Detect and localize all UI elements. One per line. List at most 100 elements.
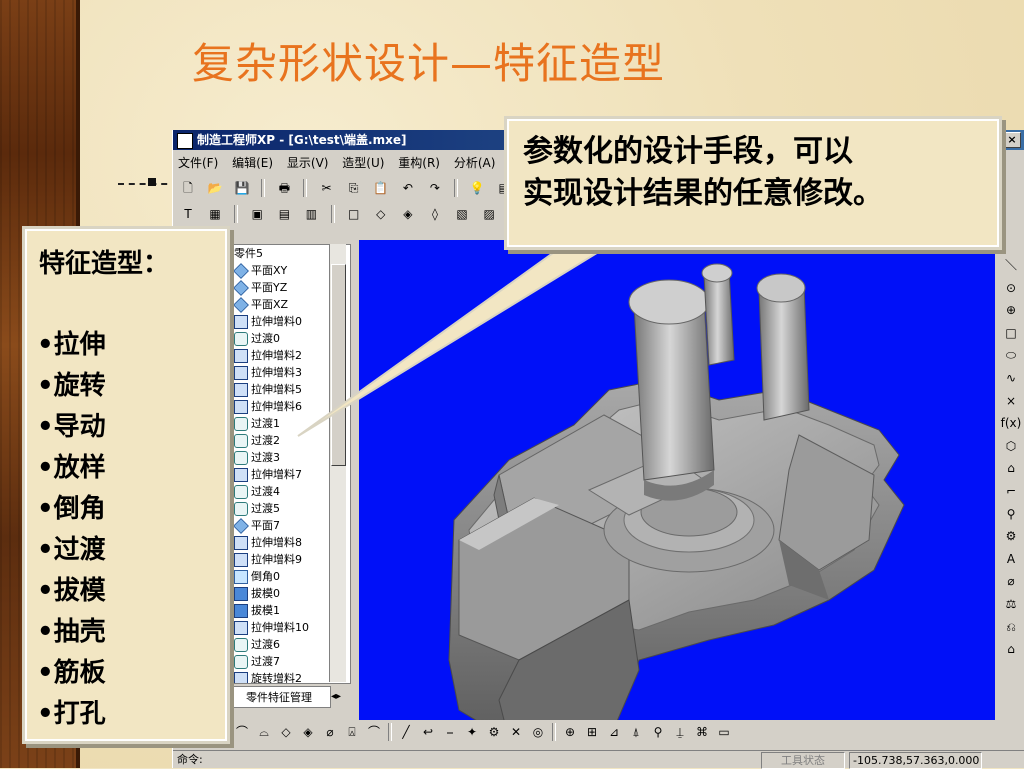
- tree-scrollbar[interactable]: [329, 244, 346, 682]
- curve-tool-icon[interactable]: ⬡: [999, 435, 1023, 458]
- curve-tool-icon[interactable]: f(x): [999, 412, 1023, 435]
- menu-edit[interactable]: 编辑(E): [227, 152, 278, 174]
- undo-icon[interactable]: ↶: [399, 179, 417, 197]
- callout-parametric-text: 参数化的设计手段，可以 实现设计结果的任意修改。: [523, 131, 883, 215]
- edit-tool-icon[interactable]: ⍊: [671, 723, 689, 741]
- 3d-viewport[interactable]: [359, 240, 995, 720]
- curve-tool-icon[interactable]: ⌂: [999, 457, 1023, 480]
- menu-file[interactable]: 文件(F): [173, 152, 223, 174]
- menu-view[interactable]: 显示(V): [282, 152, 334, 174]
- tree-item-label: 过渡4: [251, 485, 280, 498]
- redo-icon[interactable]: ↷: [426, 179, 444, 197]
- edit-tool-icon[interactable]: ⊕: [561, 723, 579, 741]
- curve-tool-icon[interactable]: ⚲: [999, 503, 1023, 526]
- fillet-feature-icon: [234, 434, 248, 448]
- cursor-coordinates: -105.738,57.363,0.000: [849, 752, 982, 769]
- sketch-icon[interactable]: ▦: [206, 205, 224, 223]
- edit-tool-icon[interactable]: ⌒: [233, 723, 251, 741]
- plane-feature-icon: [233, 297, 249, 313]
- curve-tool-icon[interactable]: A: [999, 548, 1023, 571]
- close-button[interactable]: ×: [1003, 132, 1021, 148]
- edit-tool-icon[interactable]: ⌒: [365, 723, 383, 741]
- toolbar-separator: [261, 179, 266, 197]
- menu-rebuild[interactable]: 重构(R): [393, 152, 445, 174]
- tree-item-label: 拉伸增料7: [251, 468, 302, 481]
- feature-type-list: •拉伸 •旋转 •导动 •放样 •倒角 •过渡 •拔模 •抽壳 •筋板 •打孔: [37, 325, 106, 735]
- fillet-feature-icon: [234, 485, 248, 499]
- open-folder-icon[interactable]: 📂: [206, 179, 224, 197]
- curve-tool-icon[interactable]: ⚙: [999, 525, 1023, 548]
- rectangle-icon[interactable]: □: [345, 205, 363, 223]
- edit-tool-icon[interactable]: ◎: [529, 723, 547, 741]
- print-icon[interactable]: 🖶: [275, 179, 293, 197]
- edit-tool-icon[interactable]: ⍋: [627, 723, 645, 741]
- curve-tool-icon[interactable]: □: [999, 322, 1023, 345]
- curve-tool-icon[interactable]: ⚖: [999, 593, 1023, 616]
- edit-tool-icon[interactable]: ╱: [397, 723, 415, 741]
- curve-tool-icon[interactable]: ⎌: [999, 616, 1023, 639]
- fillet-feature-icon: [234, 451, 248, 465]
- list-item: •旋转: [37, 371, 106, 401]
- tree-item-label: 平面XY: [251, 264, 288, 277]
- edit-tool-icon[interactable]: ⍓: [343, 723, 361, 741]
- curve-tool-icon[interactable]: ＼: [999, 254, 1023, 277]
- menu-analyze[interactable]: 分析(A): [449, 152, 501, 174]
- scroll-thumb[interactable]: [331, 264, 346, 466]
- tree-item-label: 拉伸增料9: [251, 553, 302, 566]
- extrude-feature-icon: [234, 349, 248, 363]
- curve-tool-icon[interactable]: ⊕: [999, 299, 1023, 322]
- cut-icon[interactable]: ✂: [318, 179, 336, 197]
- list-item: •抽壳: [37, 617, 106, 647]
- edit-tool-icon[interactable]: ⚙: [485, 723, 503, 741]
- curve-tool-icon[interactable]: ⌀: [999, 570, 1023, 593]
- edit-tool-icon[interactable]: ⊞: [583, 723, 601, 741]
- edit-tool-icon[interactable]: ✕: [507, 723, 525, 741]
- shade-icon[interactable]: ▧: [453, 205, 471, 223]
- edit-tool-icon[interactable]: ⚲: [649, 723, 667, 741]
- zoom-icon[interactable]: ▨: [480, 205, 498, 223]
- text-tool-icon[interactable]: T: [179, 205, 197, 223]
- edit-tool-icon[interactable]: ◇: [277, 723, 295, 741]
- callout-line-1: 参数化的设计手段，可以: [523, 134, 853, 169]
- toolbar-separator: [454, 179, 459, 197]
- frame-icon[interactable]: ▣: [248, 205, 266, 223]
- new-file-icon[interactable]: 🗋: [179, 179, 197, 197]
- surface-icon[interactable]: ▤: [275, 205, 293, 223]
- pan-view-icon[interactable]: ◊: [426, 205, 444, 223]
- tree-item-label: 拉伸增料5: [251, 383, 302, 396]
- extrude-feature-icon: [234, 383, 248, 397]
- paste-icon[interactable]: 📋: [372, 179, 390, 197]
- curve-tool-icon[interactable]: ⬭: [999, 344, 1023, 367]
- callout-parametric-design: 参数化的设计手段，可以 实现设计结果的任意修改。: [504, 116, 1002, 250]
- edit-tool-icon[interactable]: ⌀: [321, 723, 339, 741]
- tree-item-label: 拉伸增料8: [251, 536, 302, 549]
- curve-tool-icon[interactable]: ×: [999, 390, 1023, 413]
- draft-feature-icon: [234, 587, 248, 601]
- edit-tool-icon[interactable]: ↩: [419, 723, 437, 741]
- edit-tool-icon[interactable]: ▭: [715, 723, 733, 741]
- edit-tool-icon[interactable]: ⌘: [693, 723, 711, 741]
- curve-tool-icon[interactable]: ⌂: [999, 638, 1023, 661]
- copy-icon[interactable]: ⎘: [345, 179, 363, 197]
- fillet-feature-icon: [234, 502, 248, 516]
- save-icon[interactable]: 💾: [233, 179, 251, 197]
- edit-tool-icon[interactable]: ⌓: [255, 723, 273, 741]
- edit-tool-icon[interactable]: ✦: [463, 723, 481, 741]
- rotate-view-icon[interactable]: ◈: [399, 205, 417, 223]
- tab-scroll-arrows-icon[interactable]: ◂▸: [331, 686, 349, 708]
- edit-tool-icon[interactable]: ◈: [299, 723, 317, 741]
- light-bulb-icon[interactable]: 💡: [468, 179, 486, 197]
- curve-tool-icon[interactable]: ⌐: [999, 480, 1023, 503]
- diamond-icon[interactable]: ◇: [372, 205, 390, 223]
- tree-item-label: 过渡7: [251, 655, 280, 668]
- extrude-surface-icon[interactable]: ▥: [302, 205, 320, 223]
- tab-part-feature-manager[interactable]: 零件特征管理: [231, 686, 331, 708]
- menu-modeling[interactable]: 造型(U): [337, 152, 389, 174]
- tree-item-label: 旋转增料2: [251, 672, 302, 684]
- edit-tool-icon[interactable]: ⎯: [441, 723, 459, 741]
- fillet-feature-icon: [234, 638, 248, 652]
- list-item: •导动: [37, 412, 106, 442]
- curve-tool-icon[interactable]: ⊙: [999, 277, 1023, 300]
- curve-tool-icon[interactable]: ∿: [999, 367, 1023, 390]
- edit-tool-icon[interactable]: ⊿: [605, 723, 623, 741]
